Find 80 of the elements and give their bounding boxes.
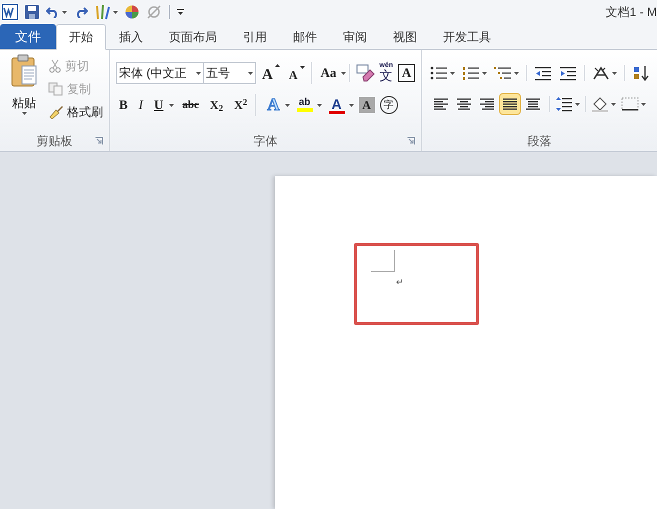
margin-corner-mark (371, 250, 395, 272)
shrink-font-button[interactable]: A (286, 62, 308, 84)
enclose-character-button[interactable]: 字 (380, 96, 398, 114)
ribbon-tab[interactable]: 插入 (106, 24, 156, 49)
italic-button[interactable]: I (136, 94, 146, 116)
clipboard-icon (10, 54, 38, 88)
dropdown-caret-icon[interactable] (348, 104, 354, 106)
dropdown-caret-icon[interactable] (22, 112, 26, 115)
painter-button[interactable]: 格式刷 (48, 102, 103, 122)
pencils-icon[interactable] (95, 4, 111, 20)
scissors-icon (48, 59, 62, 73)
dropdown-caret-icon[interactable] (575, 102, 580, 106)
dropdown-caret-icon[interactable] (196, 72, 201, 74)
text-lines-icon (457, 98, 471, 110)
numbering-icon[interactable] (462, 65, 480, 81)
text-lines-icon (434, 98, 448, 110)
down-arrow-icon (300, 66, 305, 69)
borders-icon[interactable] (621, 96, 639, 112)
paste-button[interactable]: 粘贴 (6, 54, 42, 131)
multilevel-list-icon[interactable] (494, 65, 512, 81)
group-label: 字体 (254, 133, 278, 150)
font-size-field[interactable]: 五号 (204, 62, 256, 84)
undo-icon[interactable] (46, 6, 60, 18)
bullets-icon[interactable] (430, 65, 448, 81)
ribbon-tab[interactable]: 页面布局 (156, 24, 230, 49)
dropdown-caret-icon[interactable] (62, 10, 67, 14)
eraser-icon[interactable] (356, 64, 376, 82)
ribbon-tab[interactable]: 审阅 (330, 24, 380, 49)
paragraph-mark: ↵ (396, 278, 405, 287)
dropdown-caret-icon[interactable] (316, 104, 322, 106)
dropdown-caret-icon[interactable] (450, 72, 455, 74)
ribbon-tab[interactable]: 开发工具 (430, 24, 504, 49)
group-label: 剪贴板 (36, 133, 72, 150)
character-border-button[interactable]: A (398, 64, 416, 82)
grow-font-button[interactable]: A (259, 62, 283, 84)
dropdown-caret-icon[interactable] (514, 72, 519, 74)
font-name-field[interactable]: 宋体 (中文正 (116, 62, 204, 84)
dropdown-caret-icon[interactable] (612, 72, 617, 74)
ribbon-tab[interactable]: 邮件 (280, 24, 330, 49)
dialog-launcher-icon[interactable] (407, 137, 415, 145)
sort-icon[interactable] (632, 65, 650, 81)
superscript-button[interactable]: X$^{2}$ (231, 94, 250, 116)
copy-icon (48, 82, 64, 96)
subscript-button[interactable]: X$_{2}$ (206, 94, 226, 116)
font-color-button[interactable]: A (326, 94, 347, 116)
window-title: 文档1 - M (606, 4, 657, 21)
line-spacing-icon[interactable] (555, 96, 573, 112)
group-label: 段落 (528, 133, 552, 150)
dropdown-caret-icon[interactable] (482, 72, 487, 74)
dropdown-caret-icon[interactable] (641, 102, 646, 106)
character-shading-button[interactable]: A (358, 97, 375, 113)
dialog-launcher-icon[interactable] (95, 137, 103, 145)
text-lines-icon (480, 98, 494, 110)
color-wheel-icon[interactable] (125, 5, 139, 19)
customize-menu-icon[interactable] (177, 8, 185, 16)
dropdown-caret-icon[interactable] (341, 72, 346, 74)
dropdown-caret-icon[interactable] (169, 104, 174, 106)
highlight-button[interactable]: ab (294, 94, 315, 116)
save-icon[interactable] (25, 5, 39, 19)
text-lines-icon (503, 98, 517, 110)
align-justify-button[interactable] (499, 93, 521, 115)
increase-indent-icon[interactable] (559, 65, 577, 81)
brush-icon (48, 105, 64, 119)
underline-button[interactable]: U (151, 94, 166, 116)
bold-button[interactable]: B (116, 94, 131, 116)
change-case-button[interactable]: Aa (318, 62, 340, 84)
dropdown-caret-icon[interactable] (284, 104, 290, 106)
ribbon-tab[interactable]: 开始 (56, 24, 106, 50)
dropdown-caret-icon[interactable] (611, 102, 616, 106)
word-app-icon[interactable] (2, 4, 18, 20)
ribbon-tab[interactable]: 视图 (380, 24, 430, 49)
ribbon-tab[interactable]: 引用 (230, 24, 280, 49)
decrease-indent-icon[interactable] (534, 65, 552, 81)
text-lines-icon (526, 98, 540, 110)
file-tab[interactable]: 文件 (0, 24, 56, 49)
dropdown-caret-icon[interactable] (248, 72, 253, 74)
strikethrough-button[interactable]: abc (179, 94, 202, 116)
redo-icon[interactable] (74, 6, 88, 18)
dropdown-caret-icon[interactable] (113, 10, 118, 14)
up-arrow-icon (274, 64, 280, 67)
